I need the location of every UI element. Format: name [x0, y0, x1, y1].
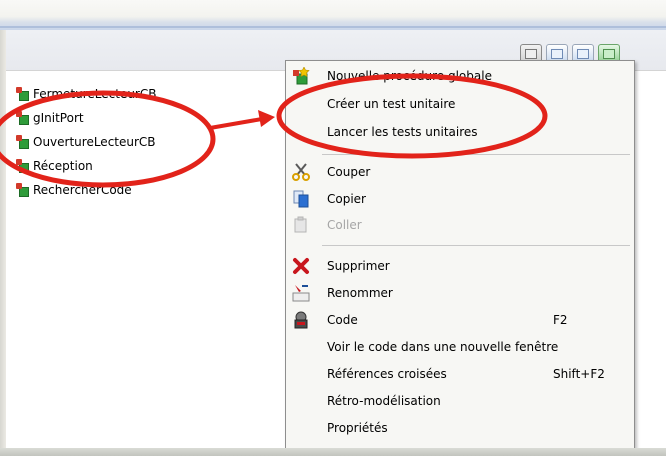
tree-item-label: RechercherCode — [33, 183, 132, 197]
tree-item-ginitport[interactable]: gInitPort — [16, 106, 156, 130]
menu-item-supprimer[interactable]: Supprimer — [286, 253, 634, 279]
menu-item-label: Coller — [327, 218, 362, 232]
menu-item-shortcut: Shift+F2 — [553, 367, 605, 381]
menu-item-retro-modelisation[interactable]: Rétro-modélisation — [286, 388, 634, 414]
copy-icon — [293, 190, 309, 208]
procedure-icon — [16, 135, 30, 149]
menu-item-shortcut: F2 — [553, 313, 568, 327]
tree-item-reception[interactable]: Réception — [16, 154, 156, 178]
rename-icon — [292, 285, 310, 302]
procedure-icon — [16, 111, 30, 125]
procedure-icon — [16, 183, 30, 197]
tree-item-fermeture[interactable]: FermetureLecteurCB — [16, 82, 156, 106]
menu-item-code[interactable]: Code F2 — [286, 307, 634, 333]
menu-item-voir-code-fenetre[interactable]: Voir le code dans une nouvelle fenêtre — [286, 334, 634, 360]
menu-item-label: Références croisées — [327, 367, 447, 381]
tree-item-label: gInitPort — [33, 111, 84, 125]
menu-item-label: Rétro-modélisation — [327, 394, 441, 408]
tree-item-ouverture[interactable]: OuvertureLecteurCB — [16, 130, 156, 154]
menu-item-label: Renommer — [327, 286, 393, 300]
delete-icon — [293, 258, 309, 274]
menu-item-label: Lancer les tests unitaires — [327, 125, 478, 139]
tree-item-label: OuvertureLecteurCB — [33, 135, 156, 149]
new-procedure-icon — [293, 67, 310, 85]
menu-item-references-croisees[interactable]: Références croisées Shift+F2 — [286, 361, 634, 387]
menu-item-coller[interactable]: Coller — [286, 212, 634, 238]
tree-item-label: Réception — [33, 159, 93, 173]
menu-item-lancer-tests[interactable]: Lancer les tests unitaires — [286, 119, 634, 145]
menu-item-label: Nouvelle procédure globale — [327, 69, 492, 83]
menu-item-label: Créer un test unitaire — [327, 97, 456, 111]
code-icon — [294, 311, 308, 329]
menu-item-label: Propriétés — [327, 421, 388, 435]
paste-icon — [294, 216, 307, 233]
procedure-icon — [16, 159, 30, 173]
procedure-icon — [16, 87, 30, 101]
menu-item-label: Supprimer — [327, 259, 390, 273]
menu-item-label: Copier — [327, 192, 366, 206]
window-top-band — [0, 0, 666, 30]
menu-item-proprietes[interactable]: Propriétés — [286, 415, 634, 441]
menu-item-label: Code — [327, 313, 358, 327]
menu-item-creer-test[interactable]: Créer un test unitaire — [286, 91, 634, 117]
context-menu: Nouvelle procédure globale Créer un test… — [285, 60, 635, 456]
menu-item-couper[interactable]: Couper — [286, 159, 634, 185]
menu-item-label: Voir le code dans une nouvelle fenêtre — [327, 340, 559, 354]
menu-item-renommer[interactable]: Renommer — [286, 280, 634, 306]
menu-separator — [322, 245, 630, 246]
window-bottom-edge — [0, 448, 666, 456]
top-band-line — [0, 26, 666, 28]
scissors-icon — [292, 163, 310, 181]
menu-item-nouvelle-procedure[interactable]: Nouvelle procédure globale — [286, 63, 634, 89]
tree-item-rechercher[interactable]: RechercherCode — [16, 178, 156, 202]
procedure-tree: FermetureLecteurCB gInitPort OuvertureLe… — [16, 82, 156, 202]
menu-item-label: Couper — [327, 165, 371, 179]
tree-item-label: FermetureLecteurCB — [33, 87, 157, 101]
menu-item-copier[interactable]: Copier — [286, 186, 634, 212]
menu-separator — [322, 154, 630, 155]
